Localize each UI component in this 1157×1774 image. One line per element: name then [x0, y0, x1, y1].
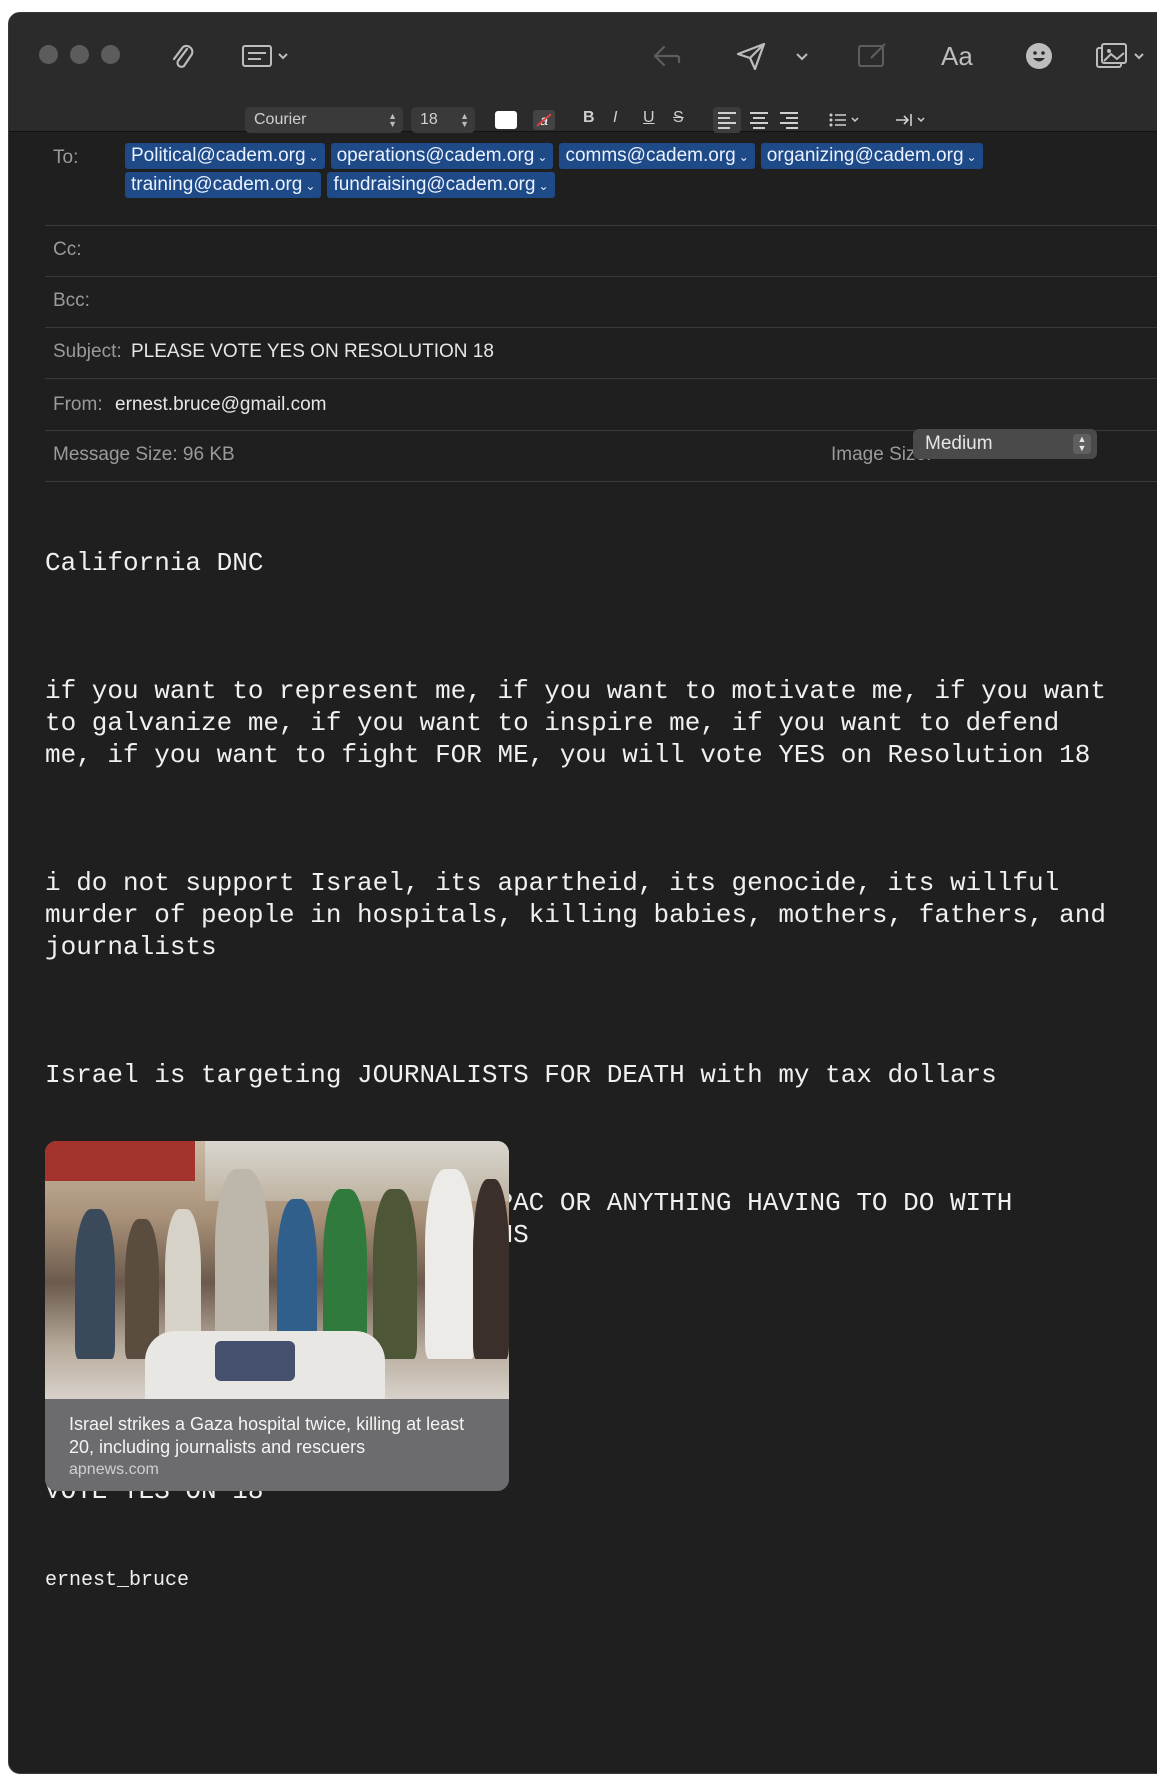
from-label: From:	[53, 394, 103, 415]
text-color-swatch[interactable]	[495, 111, 517, 129]
recipient-chip[interactable]: fundraising@cadem.org ⌄	[327, 172, 555, 198]
from-value[interactable]: ernest.bruce@gmail.com	[115, 394, 326, 416]
close-window-button[interactable]	[39, 45, 58, 64]
align-left-button[interactable]	[713, 107, 741, 133]
font-family-value: Courier	[254, 111, 307, 128]
updown-icon: ▲ ▼	[460, 111, 469, 129]
recipient-list: Political@cadem.org ⌄ operations@cadem.org…	[125, 143, 1085, 201]
mail-compose-window: Aa Courier ▲ ▼ 18 ▲ ▼ a B I U S To: Poli…	[8, 12, 1157, 1774]
font-size-select[interactable]: 18 ▲ ▼	[411, 107, 475, 133]
attach-button[interactable]	[169, 41, 195, 71]
recipient-chip[interactable]: Political@cadem.org ⌄	[125, 143, 325, 169]
align-right-icon	[780, 109, 798, 132]
align-center-button[interactable]	[745, 107, 773, 133]
italic-button[interactable]: I	[613, 109, 617, 127]
link-preview-title: Israel strikes a Gaza hospital twice, ki…	[69, 1414, 465, 1457]
font-family-select[interactable]: Courier ▲ ▼	[245, 107, 403, 133]
body-paragraph: i do not support Israel, its apartheid, …	[45, 868, 1122, 962]
subject-field[interactable]: Subject: PLEASE VOTE YES ON RESOLUTION 1…	[45, 327, 1157, 379]
image-size-value: Medium	[925, 433, 993, 454]
chevron-down-icon: ⌄	[966, 150, 977, 164]
link-preview-card[interactable]: Israel strikes a Gaza hospital twice, ki…	[45, 1141, 509, 1491]
reply-button[interactable]	[651, 41, 683, 71]
paperclip-icon	[172, 44, 194, 68]
minimize-window-button[interactable]	[70, 45, 89, 64]
link-preview-domain: apnews.com	[69, 1461, 159, 1478]
body-paragraph: if you want to represent me, if you want…	[45, 676, 1122, 770]
align-left-icon	[718, 109, 736, 132]
header-fields-button[interactable]	[241, 41, 289, 71]
cc-field[interactable]: Cc:	[45, 225, 1157, 277]
align-center-icon	[750, 109, 768, 132]
chevron-down-icon	[796, 53, 808, 61]
recipient-chip[interactable]: organizing@cadem.org ⌄	[760, 143, 983, 169]
bold-button[interactable]: B	[583, 109, 595, 127]
align-right-button[interactable]	[775, 107, 803, 133]
font-icon: Aa	[941, 40, 973, 71]
recipient-chip[interactable]: comms@cadem.org ⌄	[559, 143, 755, 169]
recipient-chip[interactable]: operations@cadem.org ⌄	[330, 143, 554, 169]
chevron-down-icon	[278, 53, 288, 60]
chevron-down-icon: ⌄	[305, 179, 316, 193]
chevron-down-icon: ⌄	[537, 150, 548, 164]
emoji-icon	[1026, 43, 1052, 69]
highlight-color-button[interactable]: a	[533, 110, 555, 130]
chevron-down-icon	[1134, 53, 1144, 60]
reply-icon	[653, 45, 681, 67]
window-controls	[39, 45, 120, 64]
compose-button[interactable]	[857, 41, 889, 71]
photo-browser-icon	[1096, 43, 1127, 68]
subject-value[interactable]: PLEASE VOTE YES ON RESOLUTION 18	[131, 341, 494, 363]
send-icon	[736, 42, 766, 71]
bcc-label: Bcc:	[53, 290, 90, 311]
signature: ernest_bruce	[45, 1569, 190, 1592]
recipient-chip[interactable]: training@cadem.org ⌄	[125, 172, 322, 198]
compose-icon	[858, 43, 886, 67]
message-size-label: Message Size:	[53, 444, 178, 465]
image-size-select[interactable]: Medium ▲ ▼	[913, 429, 1097, 459]
cc-label: Cc:	[53, 239, 82, 260]
body-paragraph: California DNC	[45, 548, 264, 578]
body-paragraph: Israel is targeting JOURNALISTS FOR DEAT…	[45, 1060, 997, 1090]
send-options-button[interactable]	[795, 41, 809, 71]
message-size-value: 96 KB	[182, 444, 235, 465]
header-fields-icon	[242, 45, 272, 67]
zoom-window-button[interactable]	[101, 45, 120, 64]
bcc-field[interactable]: Bcc:	[45, 276, 1157, 328]
subject-label: Subject:	[53, 341, 122, 362]
send-button[interactable]	[735, 41, 767, 71]
list-button[interactable]	[825, 107, 865, 133]
chevron-down-icon: ⌄	[538, 179, 549, 193]
to-field[interactable]: To: Political@cadem.org ⌄ operations@cadem…	[45, 131, 1157, 226]
link-preview-caption: Israel strikes a Gaza hospital twice, ki…	[45, 1399, 509, 1491]
to-label: To:	[53, 147, 79, 168]
link-preview-image	[45, 1141, 509, 1399]
font-size-value: 18	[420, 111, 438, 128]
underline-button[interactable]: U	[643, 109, 655, 127]
emoji-button[interactable]	[1025, 41, 1053, 71]
from-field[interactable]: From: ernest.bruce@gmail.com	[45, 378, 1157, 431]
chevron-down-icon: ⌄	[738, 150, 749, 164]
updown-icon: ▲ ▼	[388, 111, 397, 129]
strikethrough-button[interactable]: S	[673, 109, 684, 127]
updown-icon: ▲ ▼	[1073, 434, 1091, 454]
indent-button[interactable]	[891, 107, 931, 133]
photo-browser-button[interactable]	[1095, 41, 1145, 71]
indent-icon	[896, 114, 925, 126]
fonts-button[interactable]: Aa	[941, 41, 973, 71]
chevron-down-icon: ⌄	[308, 150, 319, 164]
list-icon	[829, 113, 859, 127]
